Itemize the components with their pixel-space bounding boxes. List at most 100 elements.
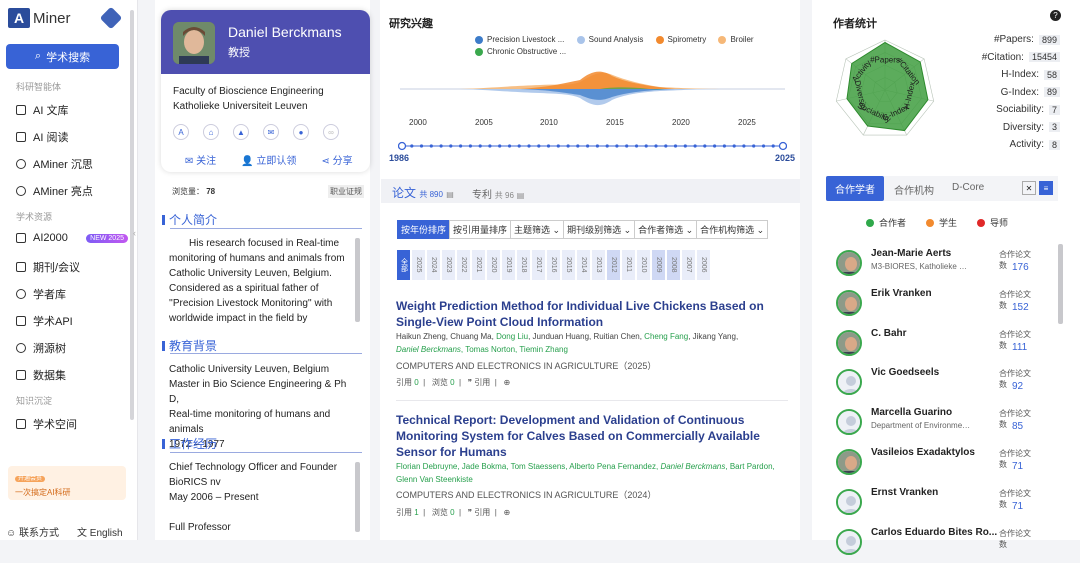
coauthor-filter-dropdown[interactable]: 合作者筛选 ⌄: [634, 220, 698, 239]
location-icon[interactable]: ●: [293, 124, 309, 140]
sidebar-item-ai-reading[interactable]: AI 阅读: [16, 129, 128, 145]
author-link[interactable]: Cheng Fang: [644, 332, 688, 341]
coauthor-item[interactable]: Ernst Vranken 合作论文数 71: [836, 487, 1036, 523]
career-tag[interactable]: 职业证规: [328, 185, 364, 198]
collapse-sidebar-icon[interactable]: ‹: [133, 228, 136, 238]
author-link[interactable]: , Tomas Norton, Tiemin Zhang: [461, 345, 568, 354]
help-icon[interactable]: ?: [1050, 10, 1061, 21]
follow-button[interactable]: ✉ 关注: [185, 152, 216, 167]
tab-coauthors[interactable]: 合作学者: [826, 176, 884, 201]
coauthor-name[interactable]: Jean-Marie Aerts: [871, 248, 951, 259]
sidebar-item-api[interactable]: 学术API: [16, 313, 128, 329]
year-filter-chip[interactable]: 2025: [412, 250, 427, 280]
slider-handle[interactable]: [778, 141, 787, 151]
coauthor-name[interactable]: Erik Vranken: [871, 288, 932, 299]
legend-item[interactable]: Spirometry: [655, 35, 706, 44]
coauthor-item[interactable]: C. Bahr 合作论文数 111: [836, 328, 1036, 364]
sidebar-item-aminer-think[interactable]: AMiner 沉思: [16, 156, 128, 172]
coauthor-item[interactable]: Jean-Marie Aerts M3-BIORES, Katholieke Un…: [836, 248, 1036, 284]
link-icon[interactable]: ⊕: [504, 508, 511, 517]
legend-item[interactable]: Broiler: [718, 35, 754, 44]
sort-by-year-button[interactable]: 按年份排序: [397, 220, 451, 239]
legend-item[interactable]: Sound Analysis: [576, 35, 643, 44]
institution-filter-dropdown[interactable]: 合作机构筛选 ⌄: [696, 220, 769, 239]
year-filter-chip[interactable]: 2013: [592, 250, 607, 280]
coauthor-scrollbar[interactable]: [1058, 244, 1063, 324]
education-icon[interactable]: ▲: [233, 124, 249, 140]
legend-item[interactable]: Chronic Obstructive ...: [475, 47, 566, 56]
year-filter-chip[interactable]: 2006: [697, 250, 712, 280]
sidebar-item-ai2000[interactable]: AI2000 NEW 2025: [16, 232, 128, 244]
year-filter-chip[interactable]: 2008: [667, 250, 682, 280]
coauthor-item[interactable]: Vasileios Exadaktylos 合作论文数 71: [836, 447, 1036, 483]
tab-papers[interactable]: 论文 共 890 ▤: [392, 184, 454, 201]
year-filter-chip[interactable]: 2023: [442, 250, 457, 280]
legend-item[interactable]: Precision Livestock ...: [475, 35, 564, 44]
tab-patents[interactable]: 专利 共 96 ▤: [472, 186, 524, 201]
sidebar-item-ai-library[interactable]: AI 文库: [16, 102, 128, 118]
journal-level-filter-dropdown[interactable]: 期刊级别筛选 ⌄: [563, 220, 636, 239]
year-filter-chip[interactable]: 2011: [622, 250, 637, 280]
year-filter-chip[interactable]: 2014: [577, 250, 592, 280]
sidebar-item-scholars[interactable]: 学者库: [16, 286, 128, 302]
graph-view-icon[interactable]: ✕: [1022, 181, 1036, 195]
year-filter-chip[interactable]: 2012: [607, 250, 622, 280]
sidebar-item-academic-space[interactable]: 学术空间: [16, 416, 128, 432]
author-link[interactable]: Daniel Berckmans: [396, 345, 461, 354]
aminer-icon[interactable]: A: [173, 124, 189, 140]
cite-button[interactable]: ❞ 引用: [468, 508, 491, 517]
year-filter-chip[interactable]: 2024: [427, 250, 442, 280]
sidebar-scrollbar[interactable]: [130, 10, 134, 420]
year-filter-chip[interactable]: 2017: [532, 250, 547, 280]
tab-dcore[interactable]: D-Core: [952, 182, 984, 193]
home-icon[interactable]: ⌂: [203, 124, 219, 140]
year-filter-chip[interactable]: 2007: [682, 250, 697, 280]
tab-institutions[interactable]: 合作机构: [894, 182, 934, 197]
coauthor-name[interactable]: Marcella Guarino: [871, 407, 952, 418]
year-all-button[interactable]: 全部: [397, 250, 412, 280]
membership-promo[interactable]: 开通会员 一次搞定AI科研: [8, 466, 126, 500]
coauthor-name[interactable]: Vic Goedseels: [871, 367, 939, 378]
coauthor-item[interactable]: Carlos Eduardo Bites Ro... 合作论文数: [836, 527, 1036, 563]
coauthor-name[interactable]: C. Bahr: [871, 328, 907, 339]
topic-filter-dropdown[interactable]: 主题筛选 ⌄: [510, 220, 565, 239]
coauthor-item[interactable]: Erik Vranken 合作论文数 152: [836, 288, 1036, 324]
language-switch[interactable]: 文 English: [77, 524, 123, 539]
year-filter-chip[interactable]: 2010: [637, 250, 652, 280]
author-link[interactable]: Daniel Berckmans: [660, 462, 725, 471]
coauthor-name[interactable]: Carlos Eduardo Bites Ro...: [871, 527, 997, 538]
year-filter-chip[interactable]: 2022: [457, 250, 472, 280]
year-range-slider[interactable]: [398, 141, 787, 151]
author-link[interactable]: Glenn Van Steenkiste: [396, 475, 473, 484]
slider-handle[interactable]: [398, 141, 407, 151]
author-link[interactable]: Florian Debruyne, Jade Bokma, Tom Staess…: [396, 462, 660, 471]
year-filter-chip[interactable]: 2018: [517, 250, 532, 280]
network-icon[interactable]: ∞: [323, 124, 339, 140]
list-view-icon[interactable]: ≡: [1039, 181, 1053, 195]
author-link[interactable]: Dong Liu: [496, 332, 528, 341]
paper-title[interactable]: Technical Report: Development and Valida…: [396, 412, 790, 460]
year-filter-chip[interactable]: 2019: [502, 250, 517, 280]
sidebar-item-journals[interactable]: 期刊/会议: [16, 259, 128, 275]
coauthor-item[interactable]: Marcella Guarino Department of Environmen…: [836, 407, 1036, 443]
year-filter-chip[interactable]: 2015: [562, 250, 577, 280]
academic-search-button[interactable]: ⌕ 学术搜索: [6, 44, 119, 69]
sidebar-item-aminer-highlights[interactable]: AMiner 亮点: [16, 183, 128, 199]
sidebar-item-datasets[interactable]: 数据集: [16, 367, 128, 383]
year-filter-chip[interactable]: 2009: [652, 250, 667, 280]
work-scrollbar[interactable]: [355, 462, 360, 532]
coauthor-name[interactable]: Ernst Vranken: [871, 487, 938, 498]
year-filter-chip[interactable]: 2021: [472, 250, 487, 280]
aminer-logo[interactable]: A Miner: [8, 8, 71, 28]
author-link[interactable]: , Bart Pardon,: [725, 462, 774, 471]
sort-by-citation-button[interactable]: 按引用量排序: [449, 220, 512, 239]
app-badge-icon[interactable]: [99, 6, 123, 30]
paper-title[interactable]: Weight Prediction Method for Individual …: [396, 298, 790, 330]
year-filter-chip[interactable]: 2020: [487, 250, 502, 280]
bio-scrollbar[interactable]: [355, 238, 360, 322]
claim-button[interactable]: 👤 立即认领: [241, 152, 296, 167]
coauthor-item[interactable]: Vic Goedseels 合作论文数 92: [836, 367, 1036, 403]
share-button[interactable]: ⋖ 分享: [321, 152, 352, 167]
link-icon[interactable]: ⊕: [504, 378, 511, 387]
contact-link[interactable]: ☺ 联系方式: [6, 524, 59, 539]
